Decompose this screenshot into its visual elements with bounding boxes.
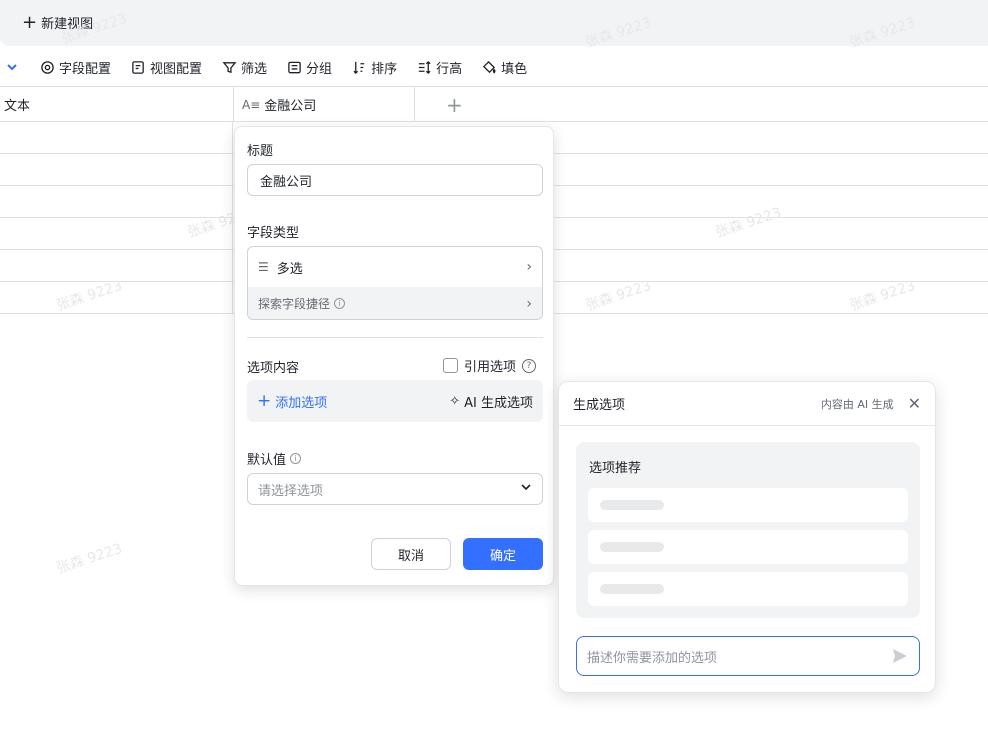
field-type-option[interactable]: ☰ 多选 ›	[248, 247, 542, 287]
describe-options-placeholder: 描述你需要添加的选项	[587, 650, 718, 666]
sparkle-icon: ✧	[449, 393, 461, 409]
explore-shortcut-row[interactable]: 探索字段捷径 i ›	[248, 287, 542, 319]
fill-color-icon	[483, 60, 496, 74]
add-option-button[interactable]: + 添加选项	[257, 391, 327, 411]
sort-label: 排序	[371, 61, 398, 77]
column-header-label: 金融公司	[264, 99, 317, 114]
generate-options-panel: 生成选项 内容由 AI 生成 ✕ 选项推荐 描述你需要添加的选项	[558, 381, 936, 693]
new-view-button[interactable]: + 新建视图	[22, 13, 93, 32]
view-config-icon	[132, 60, 144, 74]
gear-icon	[41, 60, 54, 74]
new-view-label: 新建视图	[41, 17, 94, 32]
group-label: 分组	[306, 61, 333, 77]
watermark: 张森 9223	[54, 540, 125, 578]
table-cell[interactable]	[0, 218, 233, 249]
ref-options-label: 引用选项	[464, 360, 517, 375]
row-height-button[interactable]: 行高	[417, 58, 462, 77]
plus-icon: +	[22, 11, 38, 33]
filter-icon	[222, 61, 237, 73]
options-label: 选项内容	[247, 361, 300, 376]
field-type-label: 字段类型	[247, 226, 300, 241]
cancel-button[interactable]: 取消	[371, 538, 451, 570]
table-cell[interactable]	[0, 282, 233, 313]
table-cell[interactable]	[0, 154, 233, 185]
group-icon	[288, 61, 301, 73]
ai-generate-button[interactable]: ✧ AI 生成选项	[449, 392, 533, 411]
loading-skeleton-row	[588, 530, 908, 564]
field-config-label: 字段配置	[59, 61, 112, 77]
generate-panel-title: 生成选项	[573, 398, 626, 413]
generate-panel-header: 生成选项 内容由 AI 生成 ✕	[559, 382, 935, 426]
field-config-panel: 标题 金融公司 字段类型 ☰ 多选 › 探索字段捷径 i › 选项内容 引用选项…	[234, 126, 554, 586]
table-cell[interactable]	[0, 250, 233, 281]
shortcut-label: 探索字段捷径	[258, 297, 331, 311]
recommend-title: 选项推荐	[589, 461, 642, 476]
default-value-label: 默认值	[247, 453, 287, 468]
default-value-select[interactable]: 请选择选项	[247, 473, 543, 505]
info-icon: i	[334, 298, 346, 309]
describe-options-input[interactable]: 描述你需要添加的选项	[576, 636, 920, 676]
view-config-button[interactable]: 视图配置	[131, 58, 202, 77]
collapse-chevron-button[interactable]	[6, 61, 18, 73]
chevron-right-icon: ›	[526, 259, 532, 275]
view-config-label: 视图配置	[150, 61, 203, 77]
skeleton-bar	[600, 500, 664, 510]
fill-color-label: 填色	[501, 61, 528, 77]
skeleton-bar	[600, 584, 664, 594]
close-icon[interactable]: ✕	[908, 394, 921, 413]
help-icon[interactable]: ?	[522, 358, 537, 373]
ref-options-toggle[interactable]: 引用选项 ?	[443, 356, 537, 375]
row-height-icon	[418, 60, 431, 74]
plus-icon: +	[257, 391, 272, 411]
loading-skeleton-row	[588, 572, 908, 606]
column-header-text[interactable]: 文本	[4, 87, 30, 122]
field-type-selector: ☰ 多选 › 探索字段捷径 i ›	[247, 246, 543, 320]
column-header-finance-company[interactable]: A≡ 金融公司	[233, 87, 415, 122]
table-cell[interactable]	[0, 186, 233, 217]
top-bar: + 新建视图	[0, 0, 988, 46]
table-cell[interactable]	[0, 122, 233, 153]
confirm-button[interactable]: 确定	[463, 538, 543, 570]
chevron-right-icon: ›	[526, 295, 532, 312]
group-button[interactable]: 分组	[287, 58, 332, 77]
text-type-icon: A≡	[242, 97, 261, 112]
title-label: 标题	[247, 144, 274, 159]
default-value-label-wrap: 默认值 i	[247, 449, 302, 468]
default-value-placeholder: 请选择选项	[258, 483, 324, 499]
loading-skeleton-row	[588, 488, 908, 522]
column-header-label: 文本	[4, 99, 31, 114]
multi-select-icon: ☰	[258, 260, 269, 274]
grid-header: 文本 A≡ 金融公司 +	[0, 86, 988, 122]
options-box: + 添加选项 ✧ AI 生成选项	[247, 380, 543, 422]
field-config-button[interactable]: 字段配置	[40, 58, 111, 77]
filter-button[interactable]: 筛选	[222, 58, 267, 77]
ai-generate-label: AI 生成选项	[464, 395, 533, 411]
filter-label: 筛选	[241, 61, 268, 77]
send-icon[interactable]	[891, 647, 909, 665]
sort-button[interactable]: 排序	[352, 58, 397, 77]
chevron-down-icon	[520, 481, 532, 497]
ref-options-checkbox[interactable]	[443, 358, 458, 373]
title-input[interactable]: 金融公司	[247, 164, 543, 196]
recommend-card: 选项推荐	[576, 442, 920, 618]
ai-content-note: 内容由 AI 生成	[820, 397, 894, 411]
add-column-button[interactable]: +	[446, 87, 463, 122]
row-height-label: 行高	[436, 61, 463, 77]
sort-icon	[353, 61, 365, 74]
divider	[247, 337, 543, 338]
fill-color-button[interactable]: 填色	[482, 58, 527, 77]
chevron-down-icon	[7, 64, 17, 71]
add-option-label: 添加选项	[275, 395, 328, 411]
view-toolbar: 字段配置 视图配置 筛选 分组 排序 行高 填色	[0, 48, 988, 86]
info-icon: i	[290, 453, 302, 464]
field-type-value: 多选	[276, 261, 303, 277]
skeleton-bar	[600, 542, 664, 552]
